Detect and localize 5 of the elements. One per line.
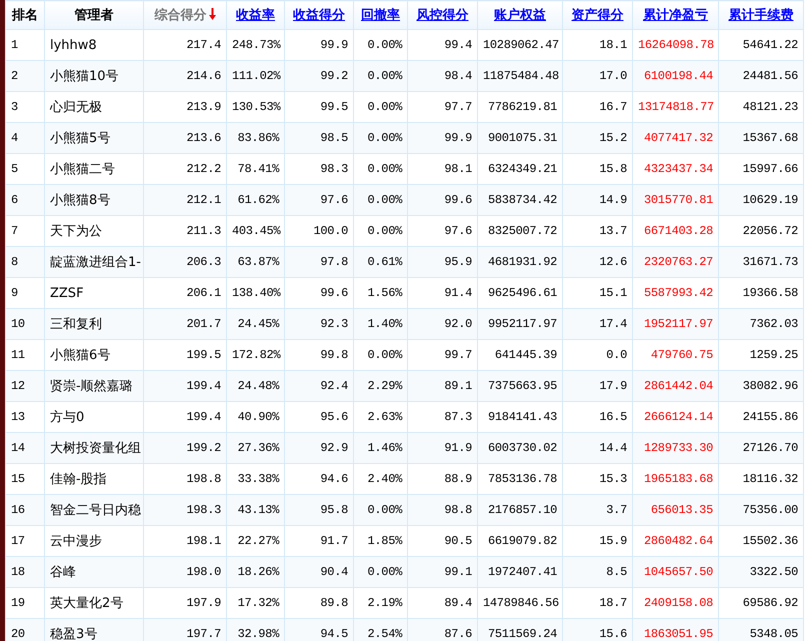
sort-down-icon[interactable] [208,8,216,20]
table-cell: 20 [6,618,44,641]
column-header: 综合得分 [154,8,206,23]
column-header: 排名 [12,8,38,23]
column-header: 管理者 [74,8,114,23]
